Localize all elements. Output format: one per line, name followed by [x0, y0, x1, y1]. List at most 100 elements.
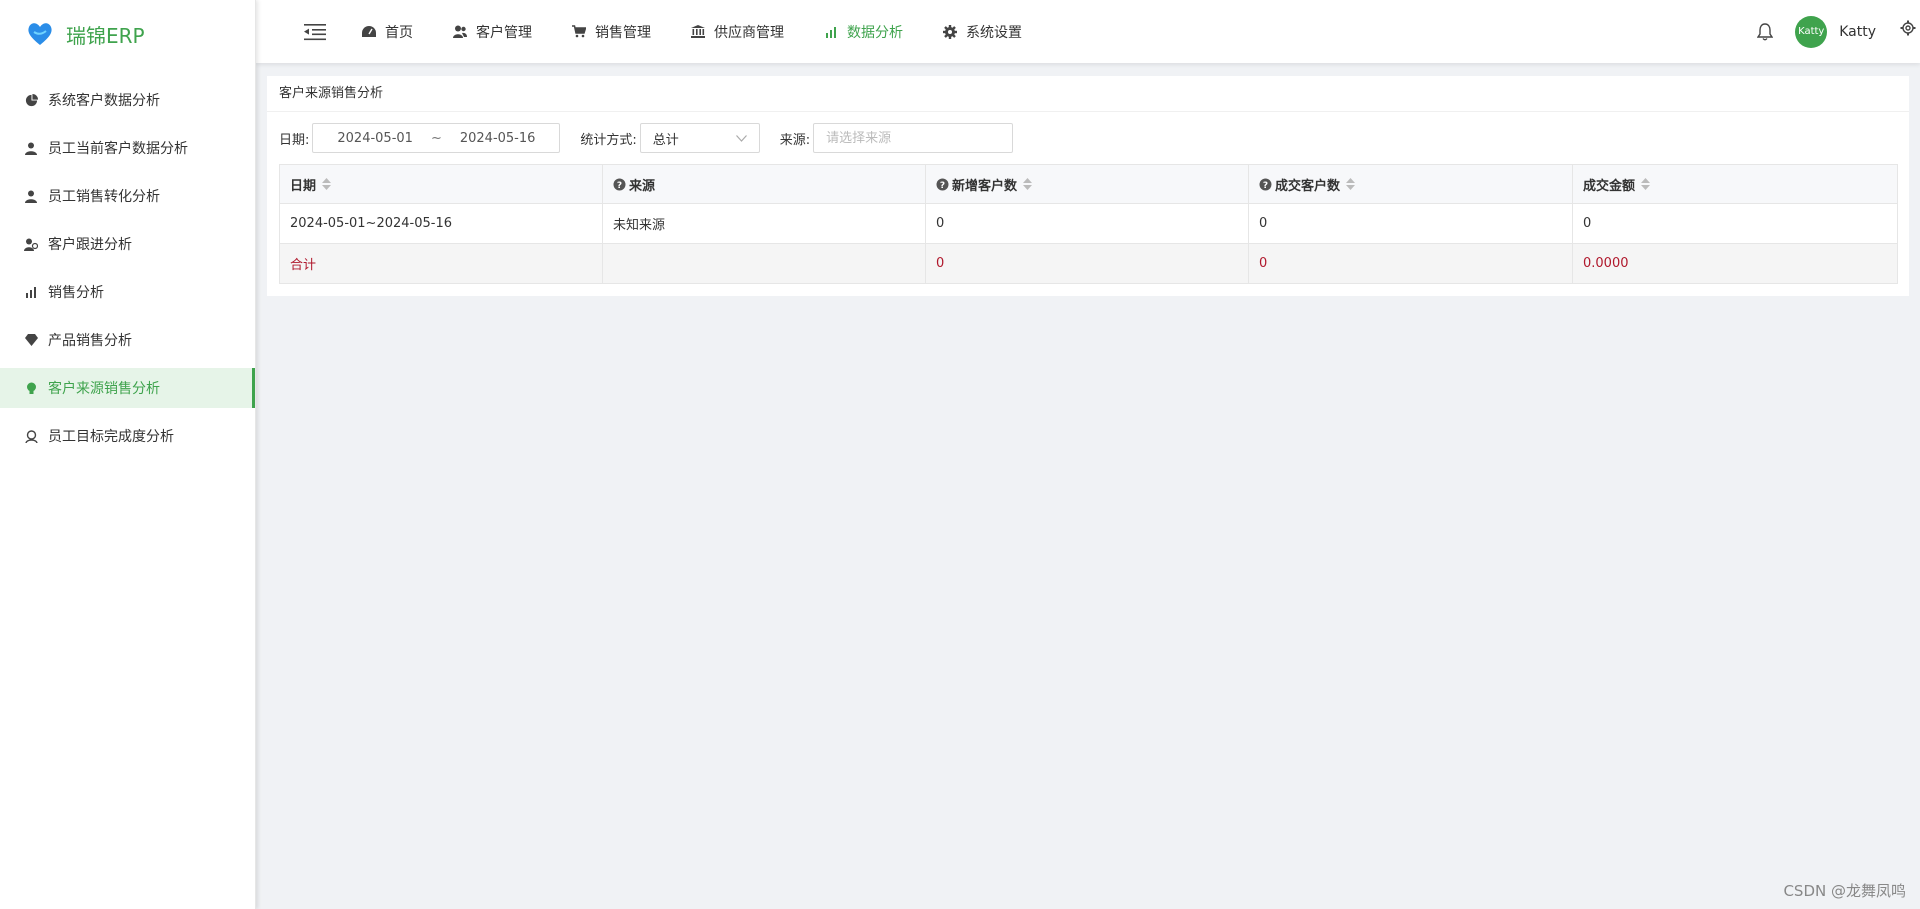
cell-date: 2024-05-01~2024-05-16 — [279, 203, 603, 244]
bank-icon — [691, 25, 705, 39]
nav-customer-management[interactable]: 客户管理 — [453, 22, 532, 42]
date-separator: ~ — [430, 130, 442, 146]
source-label: 来源: — [779, 132, 811, 148]
date-label: 日期: — [279, 132, 310, 148]
top-nav: 首页 客户管理 销售管理 供应商管理 数据分析 系统设置 — [362, 22, 1062, 42]
date-range-picker[interactable]: 2024-05-01 ~ 2024-05-16 — [312, 123, 561, 153]
cell-total-amount: 0.0000 — [1572, 243, 1898, 284]
sidebar-item-employee-customer-analysis[interactable]: 员工当前客户数据分析 — [0, 128, 255, 168]
sort-icon[interactable] — [1641, 178, 1651, 190]
header-label: 成交金额 — [1583, 178, 1636, 194]
nav-data-analysis[interactable]: 数据分析 — [824, 22, 903, 42]
question-circle-icon[interactable]: ? — [936, 178, 949, 191]
app-name: 瑞锦ERP — [66, 23, 145, 48]
header-label: 成交客户数 — [1275, 178, 1341, 194]
nav-supplier-management[interactable]: 供应商管理 — [691, 22, 784, 42]
bell-icon[interactable] — [1757, 22, 1774, 41]
bar-chart-icon — [24, 285, 38, 299]
cell-total-new-customers: 0 — [925, 243, 1249, 284]
nav-label: 销售管理 — [595, 24, 651, 41]
method-select[interactable]: 总计 — [639, 123, 760, 153]
nav-label: 系统设置 — [966, 24, 1022, 41]
svg-text:?: ? — [940, 181, 945, 191]
sidebar-item-label: 员工销售转化分析 — [48, 189, 160, 205]
users-icon — [453, 25, 467, 39]
header-right: Katty Katty — [1757, 0, 1920, 63]
gear-icon — [943, 24, 957, 39]
column-header-amount[interactable]: 成交金额 — [1572, 164, 1898, 204]
cell-new-customers: 0 — [925, 203, 1249, 244]
method-value: 总计 — [652, 132, 679, 148]
header-label: 来源 — [629, 178, 656, 194]
cell-total-closed-customers: 0 — [1248, 243, 1573, 284]
avatar[interactable]: Katty — [1795, 15, 1828, 48]
cart-icon — [572, 25, 586, 39]
sidebar-item-product-sales-analysis[interactable]: 产品销售分析 — [0, 320, 255, 360]
question-circle-icon[interactable]: ? — [1259, 178, 1272, 191]
top-header: 首页 客户管理 销售管理 供应商管理 数据分析 系统设置 Katty Katty — [256, 0, 1920, 63]
nav-label: 数据分析 — [847, 24, 903, 41]
bulb-icon — [24, 381, 38, 395]
sidebar-item-label: 员工目标完成度分析 — [48, 429, 174, 445]
nav-label: 供应商管理 — [714, 24, 784, 41]
svg-text:?: ? — [1263, 181, 1268, 191]
nav-system-settings[interactable]: 系统设置 — [943, 22, 1022, 42]
analysis-table: 日期 ? 来源 ? 新增客户数 ? 成交客户数 成交金额 2024-05-01~… — [279, 164, 1898, 284]
sidebar-item-label: 产品销售分析 — [48, 333, 132, 349]
sidebar-item-employee-target-analysis[interactable]: 员工目标完成度分析 — [0, 416, 255, 456]
sidebar-item-label: 员工当前客户数据分析 — [48, 141, 188, 157]
cell-total-source — [602, 243, 926, 284]
user-icon — [24, 189, 38, 203]
sort-icon[interactable] — [322, 178, 332, 190]
sidebar: 瑞锦ERP 系统客户数据分析 员工当前客户数据分析 员工销售转化分析 客户跟进分… — [0, 0, 256, 909]
header-label: 新增客户数 — [952, 178, 1018, 194]
sidebar-item-label: 销售分析 — [48, 285, 104, 301]
sidebar-item-label: 客户跟进分析 — [48, 237, 132, 253]
target-user-icon — [24, 429, 38, 443]
watermark: CSDN @龙舞凤鸣 — [1783, 882, 1906, 900]
sidebar-item-label: 客户来源销售分析 — [48, 381, 160, 397]
table-row: 2024-05-01~2024-05-16 未知来源 0 0 0 — [279, 203, 1898, 244]
sort-icon[interactable] — [1346, 178, 1356, 190]
header-label: 日期 — [290, 178, 317, 194]
user-icon — [24, 141, 38, 155]
nav-label: 客户管理 — [476, 24, 532, 41]
sidebar-menu: 系统客户数据分析 员工当前客户数据分析 员工销售转化分析 客户跟进分析 销售分析 — [0, 80, 255, 456]
logo[interactable]: 瑞锦ERP — [0, 0, 255, 68]
date-end[interactable]: 2024-05-16 — [460, 131, 536, 146]
source-input[interactable] — [813, 123, 1014, 153]
sidebar-item-customer-source-sales-analysis[interactable]: 客户来源销售分析 — [0, 368, 255, 408]
sidebar-item-employee-conversion-analysis[interactable]: 员工销售转化分析 — [0, 176, 255, 216]
question-circle-icon[interactable]: ? — [613, 178, 626, 191]
nav-home[interactable]: 首页 — [362, 22, 413, 42]
nav-sales-management[interactable]: 销售管理 — [572, 22, 651, 42]
chevron-down-icon — [735, 134, 747, 142]
cell-total-label: 合计 — [279, 243, 603, 284]
content-card: 客户来源销售分析 日期: 2024-05-01 ~ 2024-05-16 统计方… — [267, 76, 1909, 296]
cell-closed-customers: 0 — [1248, 203, 1573, 244]
heart-logo-icon — [28, 23, 52, 45]
sidebar-item-sales-analysis[interactable]: 销售分析 — [0, 272, 255, 312]
sidebar-item-label: 系统客户数据分析 — [48, 93, 160, 109]
sort-icon[interactable] — [1023, 178, 1033, 190]
svg-text:?: ? — [617, 181, 622, 191]
column-header-source: ? 来源 — [602, 164, 926, 204]
diamond-icon — [24, 333, 38, 347]
column-header-date[interactable]: 日期 — [279, 164, 603, 204]
date-start[interactable]: 2024-05-01 — [337, 131, 413, 146]
sidebar-item-customer-follow-analysis[interactable]: 客户跟进分析 — [0, 224, 255, 264]
cell-source: 未知来源 — [602, 203, 926, 244]
filter-bar: 日期: 2024-05-01 ~ 2024-05-16 统计方式: 总计 来源: — [267, 112, 1909, 164]
username[interactable]: Katty — [1839, 24, 1876, 40]
column-header-closed-customers[interactable]: ? 成交客户数 — [1248, 164, 1573, 204]
menu-fold-icon[interactable] — [304, 23, 326, 41]
table-header-row: 日期 ? 来源 ? 新增客户数 ? 成交客户数 成交金额 — [279, 164, 1898, 204]
settings-gear-icon[interactable] — [1900, 20, 1916, 36]
sidebar-item-system-customer-analysis[interactable]: 系统客户数据分析 — [0, 80, 255, 120]
column-header-new-customers[interactable]: ? 新增客户数 — [925, 164, 1249, 204]
bar-chart-icon — [824, 25, 838, 39]
pie-chart-icon — [24, 93, 38, 107]
page-title: 客户来源销售分析 — [267, 76, 1909, 112]
table-total-row: 合计 0 0 0.0000 — [279, 243, 1898, 284]
cell-amount: 0 — [1572, 203, 1898, 244]
